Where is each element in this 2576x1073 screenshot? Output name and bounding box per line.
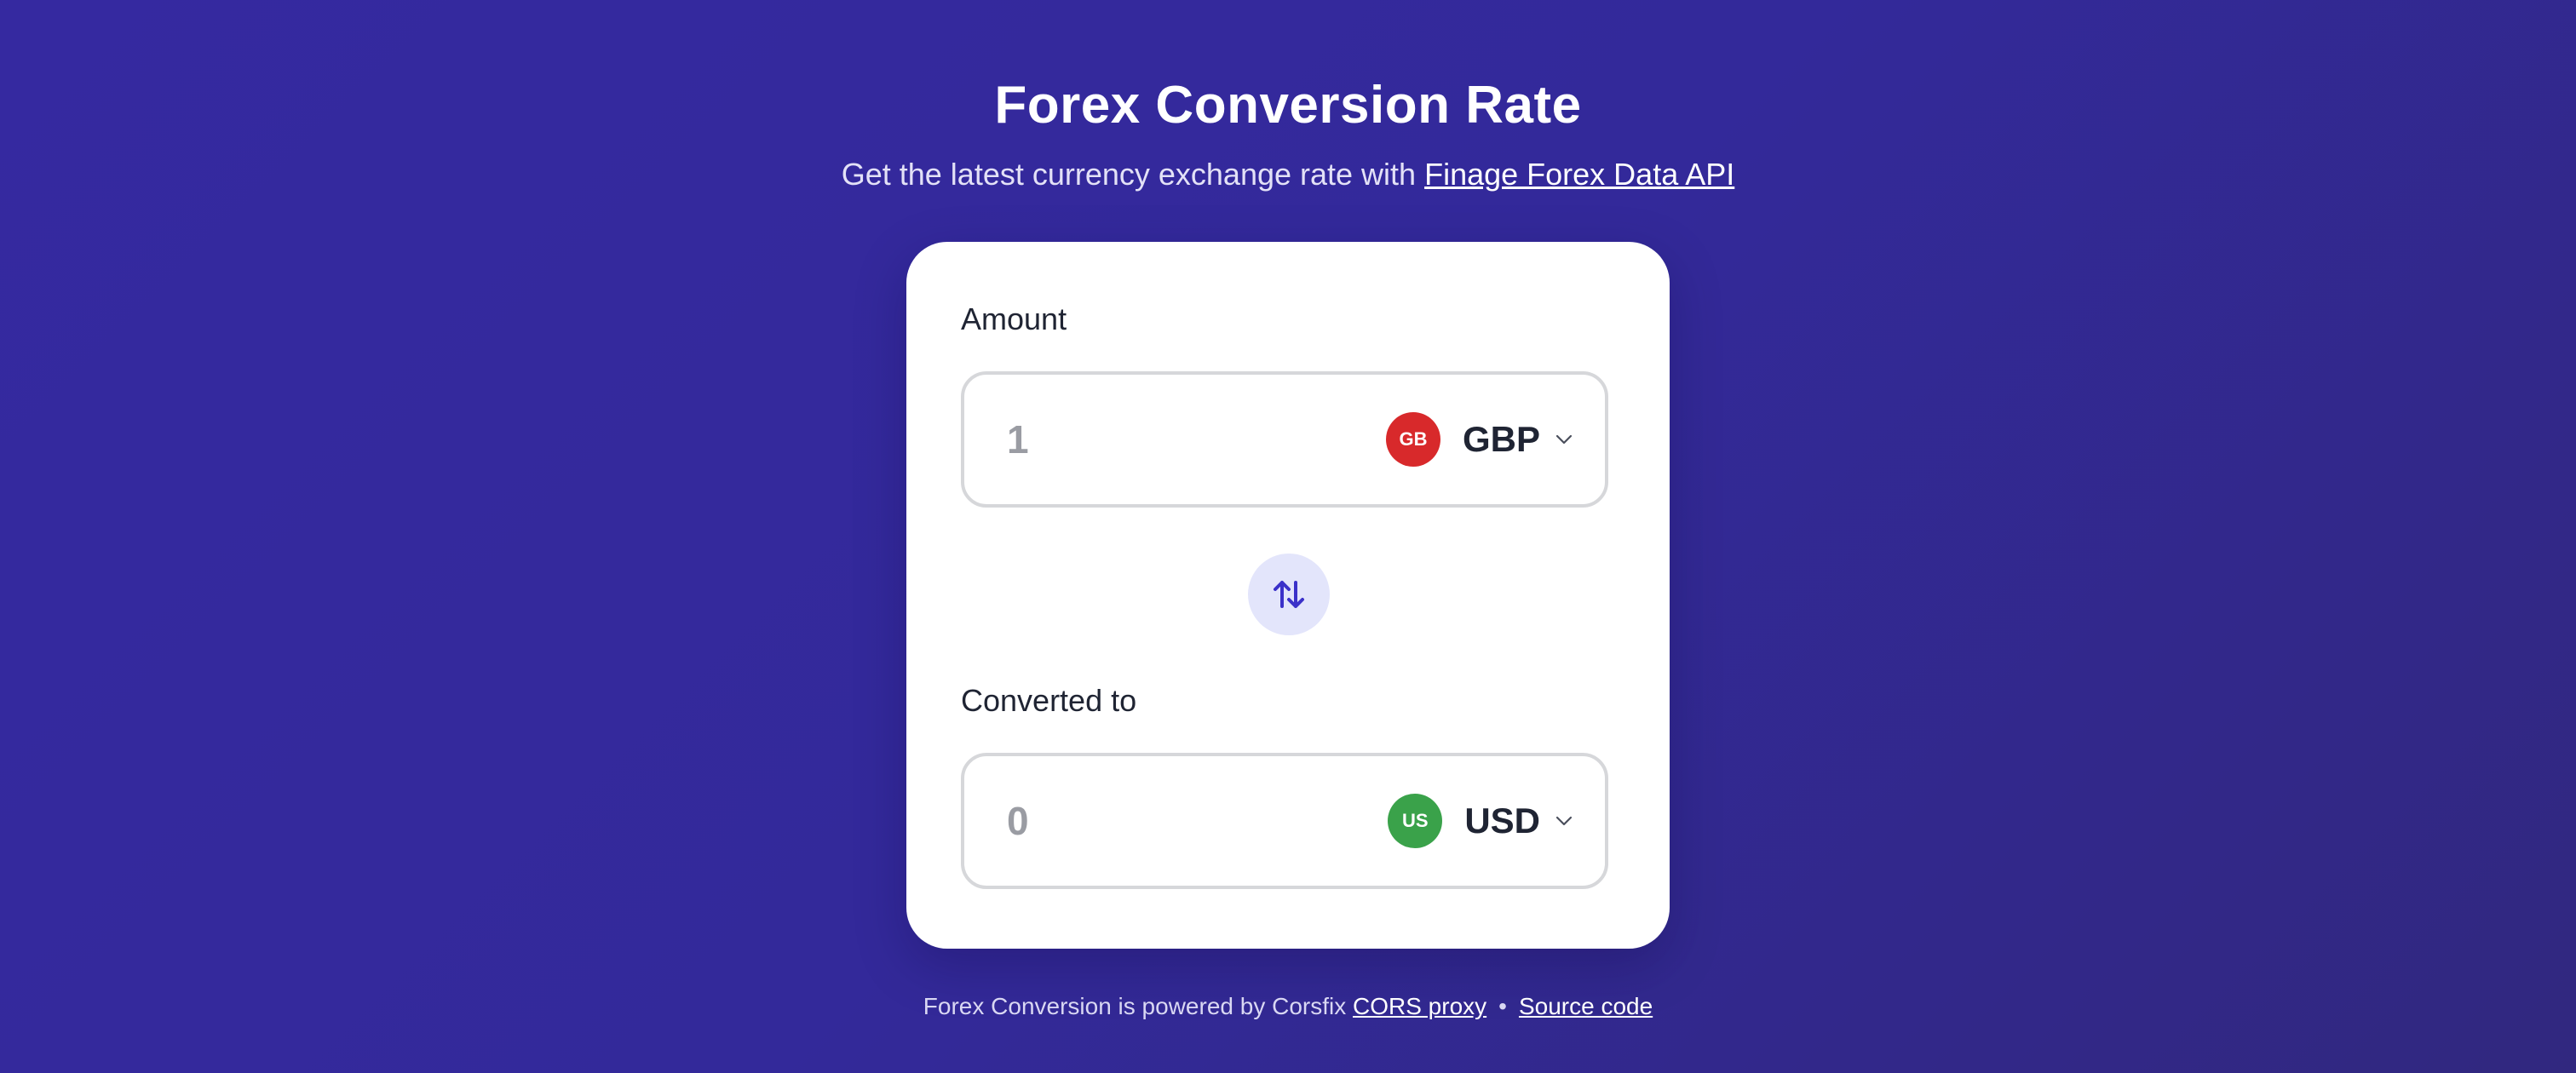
page: Forex Conversion Rate Get the latest cur…: [0, 0, 2576, 1073]
subtitle-text: Get the latest currency exchange rate wi…: [841, 157, 1425, 192]
page-subtitle: Get the latest currency exchange rate wi…: [0, 157, 2576, 192]
to-currency-select[interactable]: US USD: [1388, 794, 1574, 848]
to-currency-code: USD: [1464, 800, 1540, 841]
swap-arrows-icon: [1274, 581, 1304, 608]
from-currency-select[interactable]: GB GBP: [1385, 412, 1574, 467]
cors-proxy-link[interactable]: CORS proxy: [1353, 993, 1486, 1019]
source-code-link[interactable]: Source code: [1519, 993, 1653, 1019]
converted-field: US USD: [961, 753, 1608, 889]
footer-separator: •: [1498, 993, 1507, 1019]
amount-label: Amount: [961, 301, 1067, 336]
footer: Forex Conversion is powered by Corsfix C…: [0, 993, 2576, 1020]
swap-currencies-button[interactable]: [1248, 554, 1330, 635]
footer-text: Forex Conversion is powered by Corsfix: [923, 993, 1353, 1019]
page-title: Forex Conversion Rate: [994, 76, 1582, 135]
from-currency-code: GBP: [1462, 419, 1540, 459]
converter-card: Amount GB GBP Converted to US USD: [906, 242, 1670, 949]
finage-api-link[interactable]: Finage Forex Data API: [1424, 157, 1734, 192]
amount-field: GB GBP: [961, 371, 1608, 508]
us-flag-icon: US: [1388, 794, 1443, 848]
amount-input[interactable]: [1007, 416, 1262, 462]
converted-label: Converted to: [961, 683, 1137, 718]
gb-flag-icon: GB: [1385, 412, 1440, 467]
converted-input[interactable]: [1007, 798, 1262, 844]
chevron-down-icon: [1555, 816, 1573, 826]
chevron-down-icon: [1555, 434, 1573, 445]
